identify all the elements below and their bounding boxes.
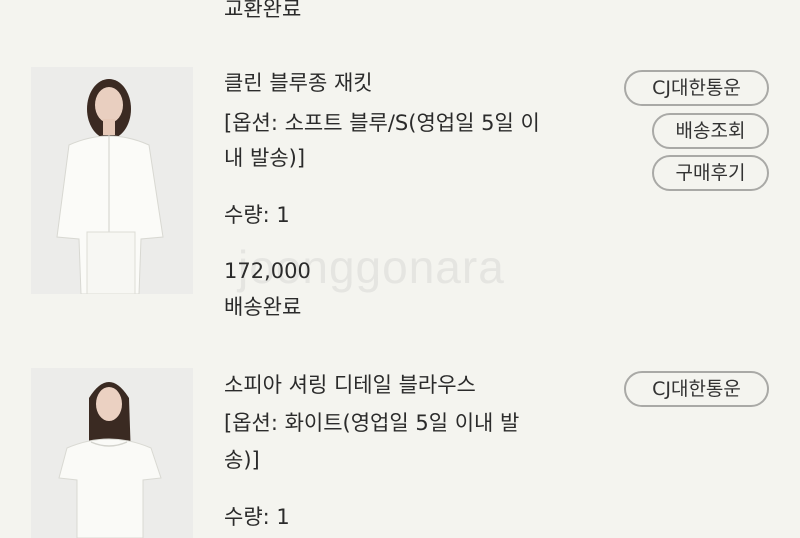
previous-order-status: 교환완료 bbox=[224, 0, 302, 21]
courier-button[interactable]: CJ대한통운 bbox=[624, 371, 769, 407]
delivery-status: 배송완료 bbox=[224, 295, 302, 319]
product-name[interactable]: 소피아 셔링 디테일 블라우스 bbox=[224, 368, 476, 402]
product-price: 172,000 bbox=[224, 259, 311, 283]
product-photo-jacket bbox=[31, 67, 193, 294]
courier-button[interactable]: CJ대한통운 bbox=[624, 70, 769, 106]
product-quantity: 수량: 1 bbox=[224, 505, 290, 529]
product-thumbnail-jacket[interactable] bbox=[31, 67, 193, 294]
product-quantity: 수량: 1 bbox=[224, 203, 290, 227]
product-thumbnail-blouse[interactable] bbox=[31, 368, 193, 538]
product-option-continued: 내 발송)] bbox=[224, 146, 306, 170]
track-delivery-button[interactable]: 배송조회 bbox=[652, 113, 769, 149]
product-photo-blouse bbox=[31, 368, 193, 538]
write-review-button[interactable]: 구매후기 bbox=[652, 155, 769, 191]
product-option: [옵션: 화이트(영업일 5일 이내 발 bbox=[224, 411, 520, 435]
product-option: [옵션: 소프트 블루/S(영업일 5일 이 bbox=[224, 111, 540, 135]
product-option-continued: 송)] bbox=[224, 448, 260, 472]
product-name[interactable]: 클린 블루종 재킷 bbox=[224, 66, 373, 100]
